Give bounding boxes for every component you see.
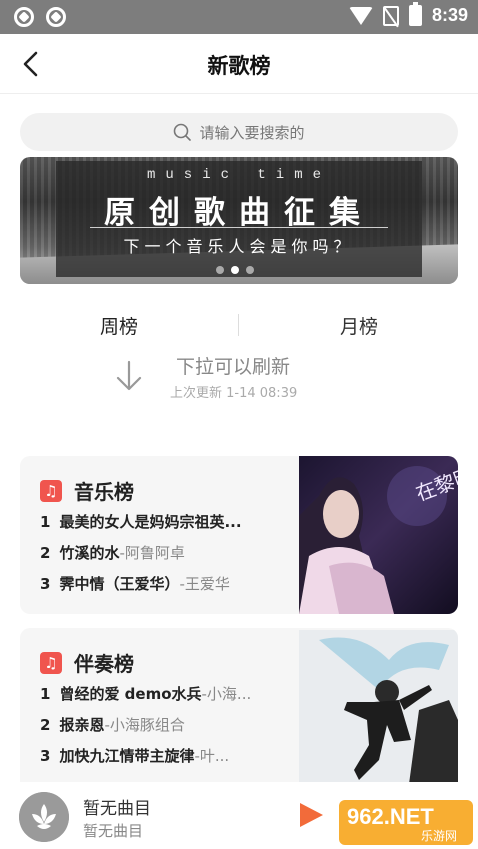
song-title: 报亲恩 [59, 716, 105, 734]
banner-top-text: music time [146, 167, 331, 183]
app-icon [46, 7, 66, 27]
song-title: 最美的女人是妈妈宗祖英... [59, 513, 242, 531]
chart-card-accompaniment[interactable]: ♫ 伴奏榜 1 曾经的爱 demo水兵 -小海... 2 报亲恩 -小海豚组合 … [20, 628, 458, 782]
svg-text:乐游网: 乐游网 [421, 829, 457, 843]
svg-text:962.NET: 962.NET [347, 804, 434, 829]
tab-week[interactable]: 周榜 [19, 312, 219, 339]
app-icon [14, 7, 34, 27]
refresh-time: 上次更新 1-14 08:39 [170, 386, 298, 401]
banner-divider [90, 227, 388, 228]
song-artist: -阿鲁阿卓 [119, 544, 185, 562]
banner-headline: 原创歌曲征集 [104, 195, 374, 231]
song-title: 竹溪的水 [59, 544, 120, 562]
song-title: 霁中情（王爱华） [59, 575, 180, 593]
wifi-icon [348, 6, 373, 25]
no-sim-icon [382, 5, 399, 26]
rank-number: 2 [40, 543, 51, 562]
song-title: 曾经的爱 demo水兵 [59, 685, 202, 703]
rank-number: 3 [40, 746, 51, 765]
search-input[interactable]: 请输入要搜索的 [20, 113, 458, 151]
song-artist: -小海... [201, 685, 252, 703]
song-title: 加快九江情带主旋律 [59, 747, 195, 765]
banner-subline: 下一个音乐人会是你吗？ [123, 237, 355, 256]
album-disc-icon [19, 792, 69, 842]
list-item[interactable]: 2 报亲恩 -小海豚组合 [40, 709, 292, 740]
arrow-down-icon [116, 360, 142, 391]
pager-dot[interactable] [216, 266, 224, 274]
rank-number: 1 [40, 684, 51, 703]
status-time: 8:39 [431, 5, 468, 25]
chart-cover-image [299, 630, 458, 782]
rank-number: 1 [40, 512, 51, 531]
chart-cover-image: 在黎明之前 [299, 456, 458, 614]
page-title: 新歌榜 [207, 54, 271, 78]
rank-number: 3 [40, 574, 51, 593]
list-item[interactable]: 1 曾经的爱 demo水兵 -小海... [40, 678, 292, 709]
period-tabs: 周榜 月榜 [0, 308, 478, 344]
watermark-logo: 962.NET 乐游网 [339, 800, 473, 845]
search-icon [174, 123, 192, 141]
now-playing-title: 暂无曲目 [83, 799, 151, 819]
tab-divider [238, 314, 239, 336]
title-bar: 新歌榜 [0, 34, 478, 94]
chart-title: 伴奏榜 [74, 652, 134, 676]
refresh-hint: 下拉可以刷新 [176, 356, 291, 378]
music-note-icon: ♫ [40, 479, 62, 502]
play-icon[interactable] [297, 801, 325, 829]
pager-dot[interactable] [246, 266, 254, 274]
status-bar: 8:39 [0, 0, 478, 34]
now-playing-subtitle: 暂无曲目 [83, 822, 144, 840]
song-artist: -小海豚组合 [104, 716, 185, 734]
chart-title: 音乐榜 [74, 480, 134, 504]
battery-charging-icon [408, 2, 422, 26]
song-artist: -叶... [194, 747, 230, 765]
list-item[interactable]: 1 最美的女人是妈妈宗祖英... [40, 506, 292, 537]
song-artist: -王爱华 [179, 575, 230, 593]
chart-card-music[interactable]: ♫ 音乐榜 1 最美的女人是妈妈宗祖英... 2 竹溪的水 -阿鲁阿卓 3 霁中… [20, 456, 458, 614]
tab-month[interactable]: 月榜 [259, 312, 459, 339]
pager-dot-active[interactable] [231, 266, 239, 274]
rank-number: 2 [40, 715, 51, 734]
list-item[interactable]: 2 竹溪的水 -阿鲁阿卓 [40, 537, 292, 568]
promo-banner[interactable]: music time 原创歌曲征集 下一个音乐人会是你吗？ [20, 157, 458, 284]
music-note-icon: ♫ [40, 651, 62, 674]
banner-pager [216, 266, 254, 274]
list-item[interactable]: 3 加快九江情带主旋律 -叶... [40, 740, 292, 771]
search-placeholder: 请输入要搜索的 [199, 123, 305, 142]
list-item[interactable]: 3 霁中情（王爱华） -王爱华 [40, 568, 292, 599]
